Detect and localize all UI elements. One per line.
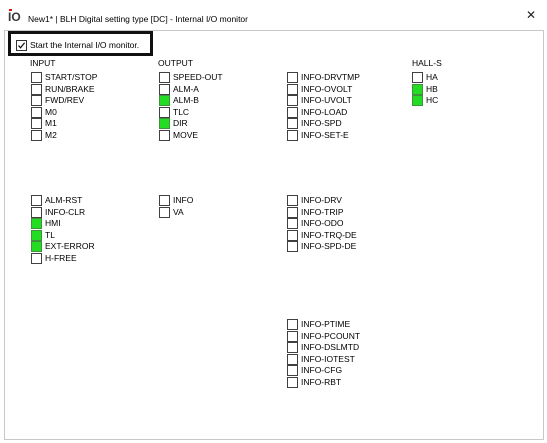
io-label-run-brake: RUN/BRAKE [45, 84, 95, 94]
io-indicator-va [159, 207, 170, 218]
io-indicator-info-trip [287, 207, 298, 218]
io-label-h-free: H-FREE [45, 253, 77, 263]
io-label-info-set-e: INFO-SET-E [301, 130, 349, 140]
io-indicator-info-drv [287, 195, 298, 206]
io-label-ha: HA [426, 72, 438, 82]
io-label-info-pcount: INFO-PCOUNT [301, 331, 361, 341]
io-label-info-spd: INFO-SPD [301, 118, 342, 128]
app-io-icon: IO [8, 9, 21, 23]
io-label-info-load: INFO-LOAD [301, 107, 348, 117]
io-label-info-odo: INFO-ODO [301, 218, 344, 228]
io-label-hb: HB [426, 84, 438, 94]
io-label-move: MOVE [173, 130, 199, 140]
io-label-hmi: HMI [45, 218, 61, 228]
io-label-dir: DIR [173, 118, 188, 128]
io-label-info-dslmtd: INFO-DSLMTD [301, 342, 360, 352]
io-indicator-start-stop [31, 72, 42, 83]
io-indicator-m0 [31, 107, 42, 118]
io-label-tlc: TLC [173, 107, 190, 117]
io-indicator-hc [412, 95, 423, 106]
io-label-alm-rst: ALM-RST [45, 195, 83, 205]
io-label-info-ptime: INFO-PTIME [301, 319, 351, 329]
io-label-speed-out: SPEED-OUT [173, 72, 223, 82]
io-label-tl: TL [45, 230, 55, 240]
io-indicator-info-odo [287, 218, 298, 229]
io-indicator-ext-error [31, 241, 42, 252]
io-label-ext-error: EXT-ERROR [45, 241, 95, 251]
io-indicator-info-rbt [287, 377, 298, 388]
io-indicator-info-drvtmp [287, 72, 298, 83]
io-indicator-tlc [159, 107, 170, 118]
io-indicator-info-spd-de [287, 241, 298, 252]
io-indicator-info [159, 195, 170, 206]
io-label-m2: M2 [45, 130, 57, 140]
io-label-fwd-rev: FWD/REV [45, 95, 85, 105]
io-indicator-m2 [31, 130, 42, 141]
io-label-m1: M1 [45, 118, 57, 128]
io-indicator-move [159, 130, 170, 141]
io-label-info-drv: INFO-DRV [301, 195, 342, 205]
io-indicator-info-spd [287, 118, 298, 129]
io-label-info-cfg: INFO-CFG [301, 365, 343, 375]
io-indicator-fwd-rev [31, 95, 42, 106]
io-indicator-dir [159, 118, 170, 129]
io-indicator-alm-a [159, 84, 170, 95]
io-label-info-ovolt: INFO-OVOLT [301, 84, 353, 94]
io-indicator-hmi [31, 218, 42, 229]
io-indicator-info-ptime [287, 319, 298, 330]
io-label-info-trq-de: INFO-TRQ-DE [301, 230, 357, 240]
io-label-info-clr: INFO-CLR [45, 207, 86, 217]
io-indicator-info-cfg [287, 365, 298, 376]
io-indicator-info-uvolt [287, 95, 298, 106]
close-button[interactable]: ✕ [515, 0, 547, 30]
io-label-info-uvolt: INFO-UVOLT [301, 95, 352, 105]
io-label-info-iotest: INFO-IOTEST [301, 354, 355, 364]
io-indicator-info-load [287, 107, 298, 118]
hall-header: HALL-S [412, 58, 442, 68]
io-label-va: VA [173, 207, 184, 217]
io-label-info-drvtmp: INFO-DRVTMP [301, 72, 360, 82]
io-label-start-stop: START/STOP [45, 72, 98, 82]
io-indicator-info-trq-de [287, 230, 298, 241]
io-label-info: INFO [173, 195, 194, 205]
io-indicator-h-free [31, 253, 42, 264]
io-indicator-m1 [31, 118, 42, 129]
io-indicator-hb [412, 84, 423, 95]
window-title: New1* | BLH Digital setting type [DC] - … [28, 14, 248, 24]
io-label-info-rbt: INFO-RBT [301, 377, 342, 387]
io-indicator-info-ovolt [287, 84, 298, 95]
io-indicator-info-dslmtd [287, 342, 298, 353]
io-label-m0: M0 [45, 107, 57, 117]
start-monitor-checkbox[interactable]: Start the Internal I/O monitor. [8, 31, 153, 56]
io-indicator-info-iotest [287, 354, 298, 365]
checkbox-checked-icon[interactable] [16, 40, 27, 51]
close-icon: ✕ [525, 8, 537, 22]
input-header: INPUT [30, 58, 56, 68]
io-indicator-info-pcount [287, 331, 298, 342]
io-indicator-info-set-e [287, 130, 298, 141]
io-label-info-trip: INFO-TRIP [301, 207, 344, 217]
io-indicator-speed-out [159, 72, 170, 83]
io-indicator-ha [412, 72, 423, 83]
io-label-hc: HC [426, 95, 439, 105]
title-bar: IO New1* | BLH Digital setting type [DC]… [0, 0, 547, 30]
output-header: OUTPUT [158, 58, 193, 68]
io-indicator-run-brake [31, 84, 42, 95]
io-indicator-alm-b [159, 95, 170, 106]
io-label-info-spd-de: INFO-SPD-DE [301, 241, 357, 251]
io-label-alm-a: ALM-A [173, 84, 199, 94]
svg-text:IO: IO [8, 10, 21, 23]
io-indicator-alm-rst [31, 195, 42, 206]
io-indicator-tl [31, 230, 42, 241]
io-indicator-info-clr [31, 207, 42, 218]
start-monitor-label: Start the Internal I/O monitor. [30, 40, 140, 50]
io-label-alm-b: ALM-B [173, 95, 199, 105]
